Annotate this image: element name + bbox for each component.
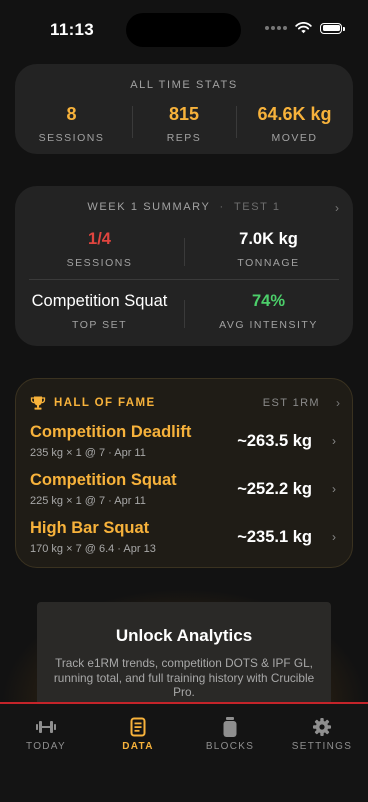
lift-e1rm: ~252.2 kg [237,480,312,498]
stat-reps: 815 REPS [132,104,236,144]
week-tonnage-label: TONNAGE [237,257,300,269]
trophy-icon [30,396,46,410]
week-summary-header: WEEK 1 SUMMARY · TEST 1 [15,201,353,213]
hall-of-fame-header: HALL OF FAME [30,395,156,411]
week-test-label: TEST 1 [233,201,281,213]
tab-settings-label: SETTINGS [291,741,353,752]
signal-icon [265,26,287,30]
week-top-set-label: TOP SET [71,319,128,331]
jar-icon [223,717,237,737]
lift-detail: 170 kg × 7 @ 6.4 · Apr 13 [30,543,156,555]
week-summary-card[interactable]: WEEK 1 SUMMARY · TEST 1 › 1/4 SESSIONS 7… [15,186,353,346]
tab-data-label: DATA [122,741,154,752]
divider [29,279,339,280]
lift-detail: 235 kg × 1 @ 7 · Apr 11 [30,447,146,459]
tab-data[interactable]: DATA [92,716,184,752]
stat-moved-label: MOVED [271,132,318,144]
hall-of-fame-card: HALL OF FAME EST 1RM › Competition Deadl… [15,378,353,568]
stat-sessions-value: 8 [66,104,77,124]
document-icon [130,717,146,737]
dynamic-island [126,13,241,47]
tab-settings[interactable]: SETTINGS [276,716,368,752]
week-sessions: 1/4 SESSIONS [15,230,184,269]
stat-reps-label: REPS [166,132,202,144]
lift-name: High Bar Squat [30,519,150,537]
week-top-set: Competition Squat TOP SET [15,292,184,331]
battery-icon [320,22,345,34]
hall-of-fame-row[interactable]: High Bar Squat 170 kg × 7 @ 6.4 · Apr 13… [30,519,340,567]
wifi-icon [295,22,312,34]
lift-name: Competition Deadlift [30,423,192,441]
week-sessions-value: 1/4 [88,230,111,248]
dumbbell-icon [36,721,56,733]
lift-e1rm: ~263.5 kg [237,432,312,450]
unlock-description: Track e1RM trends, competition DOTS & IP… [53,656,315,699]
stat-sessions-label: SESSIONS [38,132,105,144]
week-tonnage: 7.0K kg TONNAGE [184,230,353,269]
week-intensity-value: 74% [251,292,286,310]
hall-of-fame-row[interactable]: Competition Squat 225 kg × 1 @ 7 · Apr 1… [30,471,340,519]
chevron-right-icon: › [336,396,340,410]
lift-detail: 225 kg × 1 @ 7 · Apr 11 [30,495,146,507]
status-time: 11:13 [50,20,95,39]
week-sessions-label: SESSIONS [66,257,133,269]
hall-of-fame-title: HALL OF FAME [54,397,156,409]
all-time-title: ALL TIME STATS [130,79,238,91]
tab-bar: TODAY DATA BLOCKS SETTINGS [0,702,368,802]
stat-moved-value: 64.6K kg [257,104,332,124]
gear-icon [313,718,331,736]
week-title: WEEK 1 SUMMARY [87,201,211,213]
stat-sessions: 8 SESSIONS [15,104,128,144]
all-time-stats-card: ALL TIME STATS 8 SESSIONS 815 REPS 64.6K… [15,64,353,154]
status-bar: 11:13 [0,0,368,54]
week-intensity: 74% AVG INTENSITY [184,292,353,331]
chevron-right-icon: › [332,434,336,448]
tab-today-label: TODAY [25,741,67,752]
tab-blocks-label: BLOCKS [205,741,255,752]
chevron-right-icon: › [332,482,336,496]
lift-e1rm: ~235.1 kg [237,528,312,546]
week-intensity-label: AVG INTENSITY [219,319,318,331]
week-tonnage-value: 7.0K kg [239,230,298,248]
unlock-title: Unlock Analytics [115,626,253,645]
tab-today[interactable]: TODAY [0,716,92,752]
chevron-right-icon: › [332,530,336,544]
est-1rm-label[interactable]: EST 1RM [263,397,320,409]
hall-of-fame-row[interactable]: Competition Deadlift 235 kg × 1 @ 7 · Ap… [30,423,340,471]
week-top-set-value: Competition Squat [31,292,168,310]
chevron-right-icon: › [335,201,339,215]
stat-reps-value: 815 [168,104,200,124]
stat-moved: 64.6K kg MOVED [236,104,353,144]
unlock-analytics-card[interactable]: Unlock Analytics Track e1RM trends, comp… [37,602,331,712]
status-icons [265,22,345,34]
tab-blocks[interactable]: BLOCKS [184,716,276,752]
lift-name: Competition Squat [30,471,177,489]
week-separator: · [219,201,225,213]
